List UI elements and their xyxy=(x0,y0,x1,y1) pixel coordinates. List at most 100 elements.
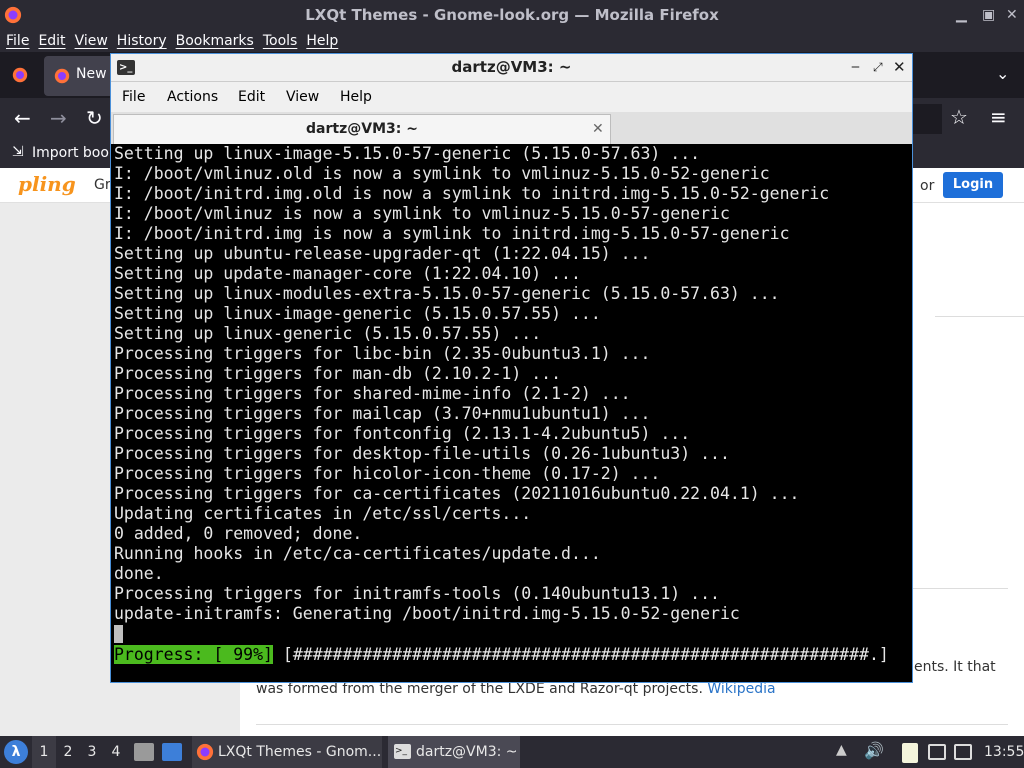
import-bookmarks-label[interactable]: Import book xyxy=(32,145,117,161)
terminal-line: Processing triggers for mailcap (3.70+nm… xyxy=(114,404,651,423)
maximize-icon[interactable]: ▣ xyxy=(982,0,995,30)
divider xyxy=(256,724,1008,725)
notifications-icon[interactable] xyxy=(954,744,972,760)
desktop-1[interactable]: 1 xyxy=(32,736,56,768)
firefox-titlebar: LXQt Themes - Gnome-look.org — Mozilla F… xyxy=(0,0,1024,30)
taskbar-terminal-button[interactable]: >_ dartz@VM3: ~ xyxy=(388,736,520,768)
terminal-menu-file[interactable]: File xyxy=(122,82,145,112)
firefox-menu-view[interactable]: View xyxy=(72,30,111,52)
terminal-line: Processing triggers for ca-certificates … xyxy=(114,484,800,503)
terminal-line: Setting up linux-modules-extra-5.15.0-57… xyxy=(114,284,780,303)
back-arrow-icon[interactable]: ← xyxy=(14,106,31,130)
firefox-menu-file[interactable]: File xyxy=(3,30,32,52)
forward-arrow-icon[interactable]: → xyxy=(50,106,67,130)
desktop-3[interactable]: 3 xyxy=(82,736,102,768)
terminal-menu-actions[interactable]: Actions xyxy=(167,82,218,112)
firefox-icon xyxy=(4,6,22,24)
terminal-minimize-icon[interactable]: ‒ xyxy=(851,54,860,81)
terminal-line: Setting up ubuntu-release-upgrader-qt (1… xyxy=(114,244,651,263)
terminal-line: I: /boot/initrd.img.old is now a symlink… xyxy=(114,184,830,203)
terminal-line: Running hooks in /etc/ca-certificates/up… xyxy=(114,544,601,563)
body-text-line: was formed from the merger of the LXDE a… xyxy=(256,681,776,697)
terminal-line: Setting up linux-image-5.15.0-57-generic… xyxy=(114,144,701,163)
terminal-line: Processing triggers for desktop-file-uti… xyxy=(114,444,730,463)
taskbar-terminal-label: dartz@VM3: ~ xyxy=(416,744,518,760)
terminal-menu-edit[interactable]: Edit xyxy=(238,82,265,112)
show-desktop-icon[interactable] xyxy=(162,743,182,761)
body-text-fragment: ents. It that xyxy=(914,659,996,675)
file-manager-icon[interactable] xyxy=(134,743,154,761)
terminal-menubar: File Actions Edit View Help xyxy=(111,82,912,112)
terminal-maximize-icon[interactable]: ⤢ xyxy=(873,54,883,81)
terminal-icon: >_ xyxy=(394,744,411,759)
updates-icon[interactable]: ▲ xyxy=(836,742,847,758)
taskbar: λ 1 2 3 4 LXQt Themes - Gnom... >_ dartz… xyxy=(0,736,1024,768)
terminal-window-title: dartz@VM3: ~ xyxy=(451,58,572,76)
firefox-menu-help[interactable]: Help xyxy=(303,30,341,52)
terminal-line: Processing triggers for shared-mime-info… xyxy=(114,384,631,403)
clipboard-icon[interactable] xyxy=(902,743,918,763)
bookmark-star-icon[interactable]: ☆ xyxy=(950,105,968,129)
wikipedia-link[interactable]: Wikipedia xyxy=(707,681,775,697)
firefox-tab-icon xyxy=(54,68,70,84)
firefox-menubar: File Edit View History Bookmarks Tools Help xyxy=(0,30,1024,52)
terminal-cursor xyxy=(114,625,123,643)
login-button[interactable]: Login xyxy=(943,172,1003,198)
divider xyxy=(913,588,1008,589)
firefox-menu-edit[interactable]: Edit xyxy=(35,30,68,52)
volume-icon[interactable]: 🔊 xyxy=(864,741,884,760)
terminal-titlebar: >_ dartz@VM3: ~ ‒ ⤢ ✕ xyxy=(111,54,912,82)
network-icon[interactable] xyxy=(928,744,946,760)
app-menu-icon[interactable]: ≡ xyxy=(990,105,1007,129)
terminal-line: Processing triggers for initramfs-tools … xyxy=(114,584,720,603)
terminal-output[interactable]: Setting up linux-image-5.15.0-57-generic… xyxy=(111,144,912,682)
url-bar-edge[interactable] xyxy=(912,104,942,134)
terminal-line: Processing triggers for libc-bin (2.35-0… xyxy=(114,344,651,363)
terminal-line: update-initramfs: Generating /boot/initr… xyxy=(114,604,740,623)
terminal-line: I: /boot/initrd.img is now a symlink to … xyxy=(114,224,790,243)
terminal-line: Processing triggers for hicolor-icon-the… xyxy=(114,464,661,483)
terminal-menu-help[interactable]: Help xyxy=(340,82,372,112)
firefox-tab[interactable]: New xyxy=(44,56,114,96)
desktop-2[interactable]: 2 xyxy=(58,736,78,768)
terminal-tab[interactable]: dartz@VM3: ~ ✕ xyxy=(113,114,611,144)
terminal-line: Setting up update-manager-core (1:22.04.… xyxy=(114,264,581,283)
taskbar-firefox-button[interactable]: LXQt Themes - Gnom... xyxy=(192,736,382,768)
progress-line: Progress: [ 99%] [######################… xyxy=(114,645,889,665)
firefox-menu-history[interactable]: History xyxy=(114,30,170,52)
terminal-tab-label: dartz@VM3: ~ xyxy=(306,121,418,137)
firefox-menu-bookmarks[interactable]: Bookmarks xyxy=(173,30,257,52)
terminal-tabbar: dartz@VM3: ~ ✕ xyxy=(111,112,912,144)
terminal-close-icon[interactable]: ✕ xyxy=(893,54,906,81)
pling-logo[interactable]: pling xyxy=(18,172,76,196)
body-text: was formed from the merger of the LXDE a… xyxy=(256,681,703,697)
terminal-line: Processing triggers for fontconfig (2.13… xyxy=(114,424,691,443)
terminal-window: >_ dartz@VM3: ~ ‒ ⤢ ✕ File Actions Edit … xyxy=(110,53,913,683)
terminal-line: Setting up linux-image-generic (5.15.0.5… xyxy=(114,304,601,323)
terminal-line: 0 added, 0 removed; done. xyxy=(114,524,363,543)
terminal-line: Setting up linux-generic (5.15.0.57.55) … xyxy=(114,324,542,343)
firefox-view-icon[interactable] xyxy=(12,67,28,83)
screen: LXQt Themes - Gnome-look.org — Mozilla F… xyxy=(0,0,1024,768)
terminal-line: Updating certificates in /etc/ssl/certs.… xyxy=(114,504,532,523)
firefox-window-title: LXQt Themes - Gnome-look.org — Mozilla F… xyxy=(305,6,719,24)
firefox-tab-label: New xyxy=(76,66,107,82)
clock[interactable]: 13:55 xyxy=(984,736,1024,768)
app-menu-icon[interactable]: λ xyxy=(4,740,28,764)
list-all-tabs-icon[interactable]: ⌄ xyxy=(996,64,1009,83)
desktop-4[interactable]: 4 xyxy=(106,736,126,768)
terminal-app-icon: >_ xyxy=(117,60,135,75)
taskbar-firefox-label: LXQt Themes - Gnom... xyxy=(218,744,382,760)
site-nav-text[interactable]: Gr xyxy=(94,177,111,193)
terminal-line: I: /boot/vmlinuz is now a symlink to vml… xyxy=(114,204,730,223)
firefox-menu-tools[interactable]: Tools xyxy=(260,30,301,52)
minimize-icon[interactable]: ▁ xyxy=(956,0,967,30)
divider xyxy=(935,316,1024,317)
import-bookmarks-icon: ⇲ xyxy=(12,144,24,160)
firefox-icon xyxy=(196,743,214,761)
terminal-menu-view[interactable]: View xyxy=(286,82,319,112)
progress-label: Progress: [ 99%] xyxy=(114,645,273,664)
close-icon[interactable]: ✕ xyxy=(1006,0,1018,30)
reload-icon[interactable]: ↻ xyxy=(86,106,103,130)
tab-close-icon[interactable]: ✕ xyxy=(592,115,604,143)
